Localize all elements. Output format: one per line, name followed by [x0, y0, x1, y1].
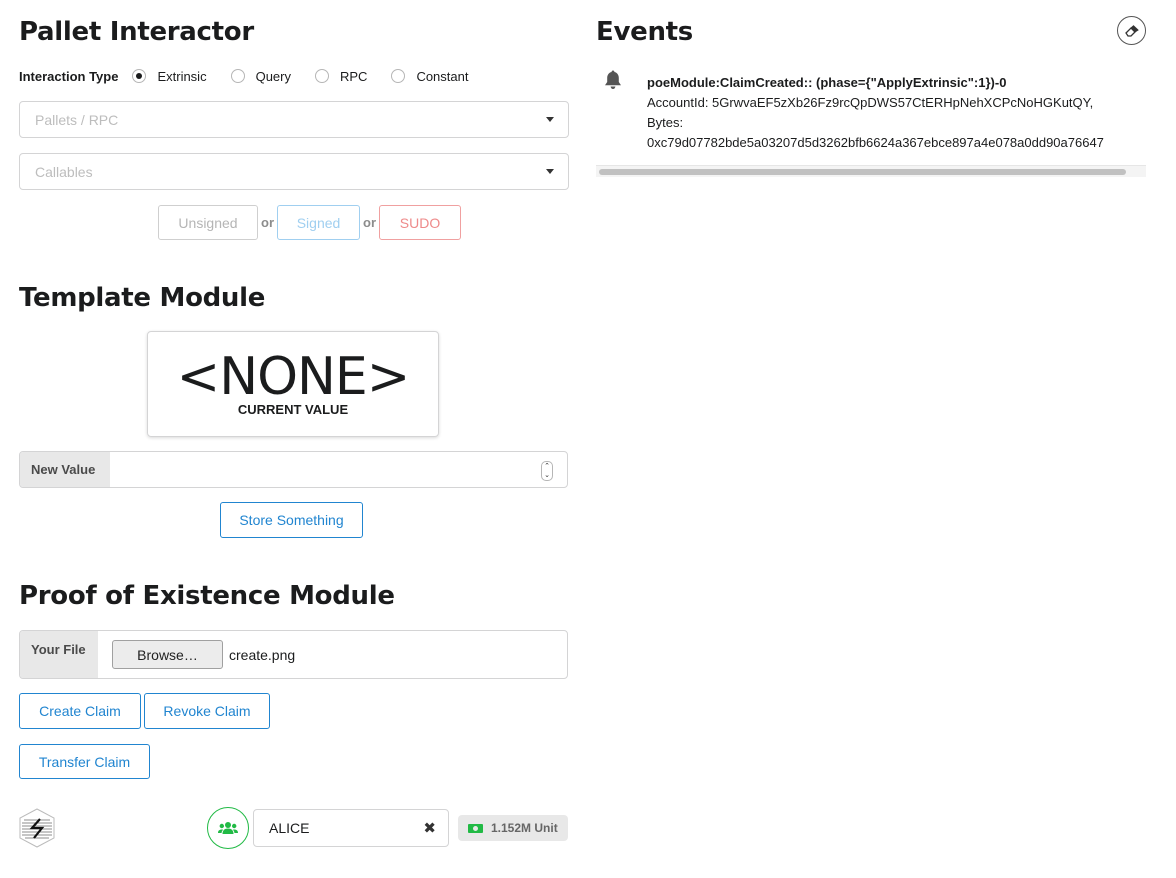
new-value-input[interactable] — [110, 452, 567, 487]
accounts-button[interactable] — [207, 807, 249, 849]
interaction-type-group: Interaction Type Extrinsic Query RPC Con… — [19, 66, 492, 86]
pallets-dropdown[interactable]: Pallets / RPC — [19, 101, 569, 138]
poe-module-title: Proof of Existence Module — [19, 581, 395, 611]
number-spinner[interactable]: ⌃ ⌄ — [541, 461, 553, 481]
signed-button[interactable]: Signed — [277, 205, 360, 240]
radio-rpc-label: RPC — [339, 68, 368, 84]
file-input[interactable]: Browse… create.png — [98, 631, 567, 678]
chevron-down-icon — [546, 169, 554, 174]
substrate-logo — [19, 808, 55, 848]
your-file-label: Your File — [20, 631, 98, 678]
radio-extrinsic-label: Extrinsic — [157, 68, 207, 84]
revoke-claim-button[interactable]: Revoke Claim — [144, 693, 270, 729]
pallets-dropdown-placeholder: Pallets / RPC — [35, 111, 119, 128]
account-selector[interactable]: ALICE ✖ — [253, 809, 449, 847]
radio-constant[interactable]: Constant — [391, 69, 468, 84]
balance-badge: 1.152M Unit — [458, 815, 568, 841]
browse-button[interactable]: Browse… — [112, 640, 223, 669]
radio-extrinsic[interactable]: Extrinsic — [132, 68, 207, 84]
account-name: ALICE — [269, 820, 310, 836]
radio-constant-dot[interactable] — [391, 69, 406, 83]
chevron-down-icon — [546, 117, 554, 122]
events-scrollbar[interactable] — [596, 165, 1146, 177]
create-claim-button[interactable]: Create Claim — [19, 693, 141, 729]
balance-value: 1.152M Unit — [491, 821, 558, 835]
radio-rpc-dot[interactable] — [314, 69, 329, 83]
new-value-field: New Value ⌃ ⌄ — [19, 451, 568, 488]
callables-dropdown-placeholder: Callables — [35, 163, 93, 180]
pallet-interactor-title: Pallet Interactor — [19, 17, 254, 47]
scrollbar-thumb[interactable] — [599, 169, 1126, 175]
radio-extrinsic-dot[interactable] — [132, 69, 147, 83]
file-name: create.png — [229, 646, 296, 663]
store-something-button[interactable]: Store Something — [220, 502, 363, 538]
tx-button-group: Unsigned or Signed or SUDO — [158, 205, 461, 240]
event-account-id: AccountId: 5GrwvaEF5zXb26Fz9rcQpDWS57CtE… — [647, 95, 1094, 110]
radio-query-label: Query — [255, 68, 291, 84]
users-icon — [218, 822, 238, 834]
interaction-type-label: Interaction Type — [19, 68, 119, 84]
or-divider: or — [261, 215, 274, 230]
event-title: poeModule:ClaimCreated:: (phase={"ApplyE… — [647, 75, 1007, 90]
new-value-label: New Value — [20, 452, 110, 487]
event-bytes-label: Bytes: — [647, 115, 684, 130]
callables-dropdown[interactable]: Callables — [19, 153, 569, 190]
event-bytes-value: 0xc79d07782bde5a03207d5d3262bfb6624a367e… — [647, 135, 1104, 150]
unsigned-button[interactable]: Unsigned — [158, 205, 258, 240]
close-icon[interactable]: ✖ — [423, 819, 436, 837]
money-icon — [468, 823, 483, 833]
sudo-button[interactable]: SUDO — [379, 205, 461, 240]
current-value-card: <NONE> CURRENT VALUE — [147, 331, 439, 437]
current-value: <NONE> — [176, 347, 411, 407]
clear-events-button[interactable] — [1117, 16, 1146, 45]
bell-icon — [603, 69, 623, 94]
template-module-title: Template Module — [19, 283, 266, 313]
radio-rpc[interactable]: RPC — [314, 68, 368, 84]
radio-query[interactable]: Query — [230, 68, 291, 84]
radio-query-dot[interactable] — [230, 69, 245, 83]
eraser-icon — [1124, 24, 1139, 37]
events-title: Events — [596, 17, 693, 47]
transfer-claim-button[interactable]: Transfer Claim — [19, 744, 150, 779]
radio-constant-label: Constant — [416, 68, 469, 84]
your-file-field: Your File Browse… create.png — [19, 630, 568, 679]
or-divider: or — [363, 215, 376, 230]
chevron-up-icon[interactable]: ⌃ — [542, 462, 552, 471]
chevron-down-icon[interactable]: ⌄ — [542, 471, 552, 480]
